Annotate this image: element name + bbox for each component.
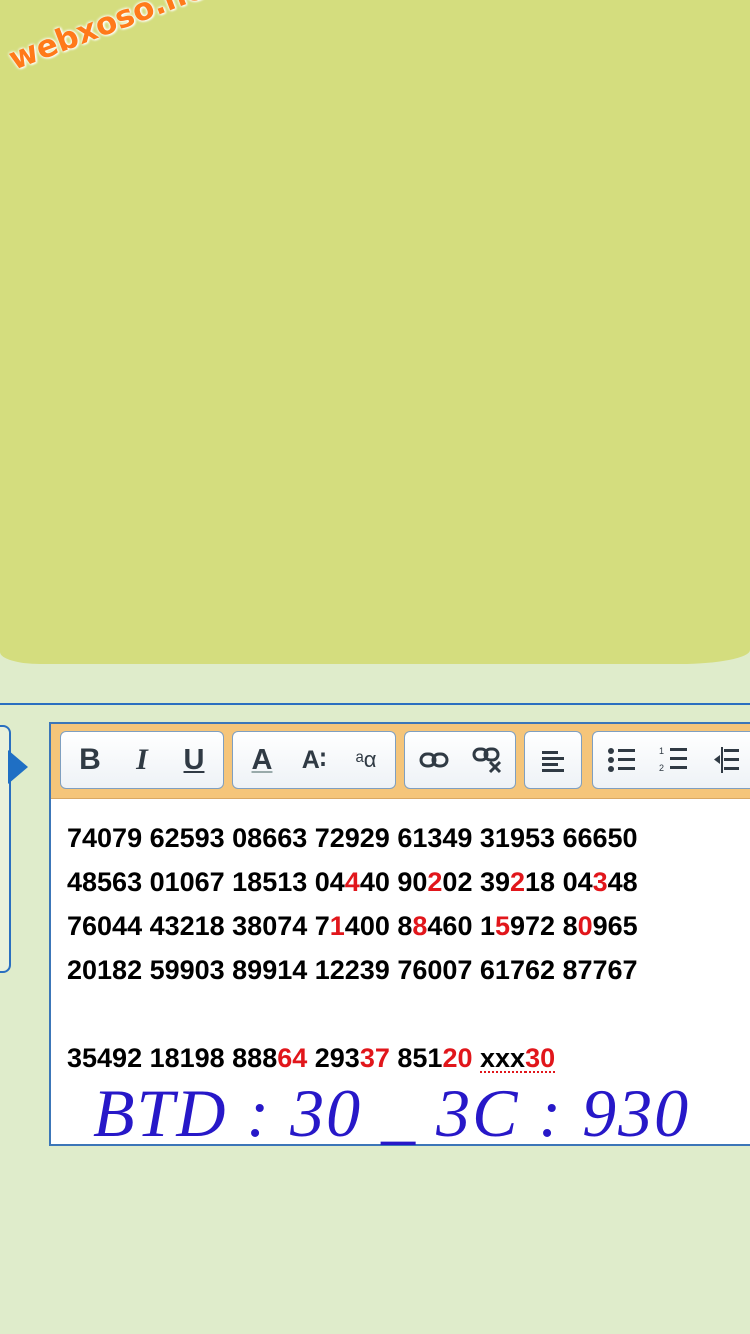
number-line: 74079 62593 08663 72929 61349 31953 6665…: [67, 823, 638, 853]
text-style-group: B I U: [60, 731, 224, 789]
list-group: 1 2: [592, 731, 750, 789]
number-line: 76044 43218 38074 71400 88460 15972 8096…: [67, 911, 638, 941]
font-group: A A∶ ᵃα: [232, 731, 396, 789]
numbered-list-icon: 1 2: [659, 746, 687, 773]
image-placeholder-area: [0, 0, 750, 664]
number-line: 48563 01067 18513 04440 90202 39218 0434…: [67, 867, 638, 897]
font-family-button[interactable]: ᵃα: [339, 732, 393, 788]
rich-text-editor[interactable]: B I U A A∶ ᵃα 1 2 74079 62593 08663 7292…: [49, 722, 750, 1151]
handwritten-prediction: BTD : 30 _ 3C : 930: [93, 1075, 691, 1151]
align-left-icon: [542, 751, 564, 772]
bullet-list-button[interactable]: [595, 732, 649, 788]
font-color-button[interactable]: A: [235, 732, 289, 788]
unlink-icon: [472, 747, 502, 774]
align-group: [524, 731, 582, 789]
underline-button[interactable]: U: [167, 732, 221, 788]
insert-link-button[interactable]: [407, 732, 461, 788]
outdent-icon: [714, 747, 739, 773]
outdent-button[interactable]: [699, 732, 750, 788]
link-icon: [419, 752, 449, 768]
bold-button[interactable]: B: [63, 732, 117, 788]
bullet-list-icon: [608, 748, 635, 772]
editor-toolbar: B I U A A∶ ᵃα 1 2: [51, 724, 750, 799]
numbered-list-button[interactable]: 1 2: [647, 732, 701, 788]
number-line: 20182 59903 89914 12239 76007 61762 8776…: [67, 955, 638, 985]
divider-line: [0, 703, 750, 705]
align-left-button[interactable]: [526, 732, 580, 788]
svg-text:2: 2: [659, 763, 664, 773]
svg-text:1: 1: [659, 746, 664, 756]
font-size-button[interactable]: A∶: [287, 732, 341, 788]
arrow-right-icon[interactable]: [8, 750, 28, 784]
link-group: [404, 731, 516, 789]
remove-link-button[interactable]: [461, 732, 515, 788]
italic-button[interactable]: I: [115, 732, 169, 788]
editor-content[interactable]: 74079 62593 08663 72929 61349 31953 6665…: [67, 816, 750, 1080]
